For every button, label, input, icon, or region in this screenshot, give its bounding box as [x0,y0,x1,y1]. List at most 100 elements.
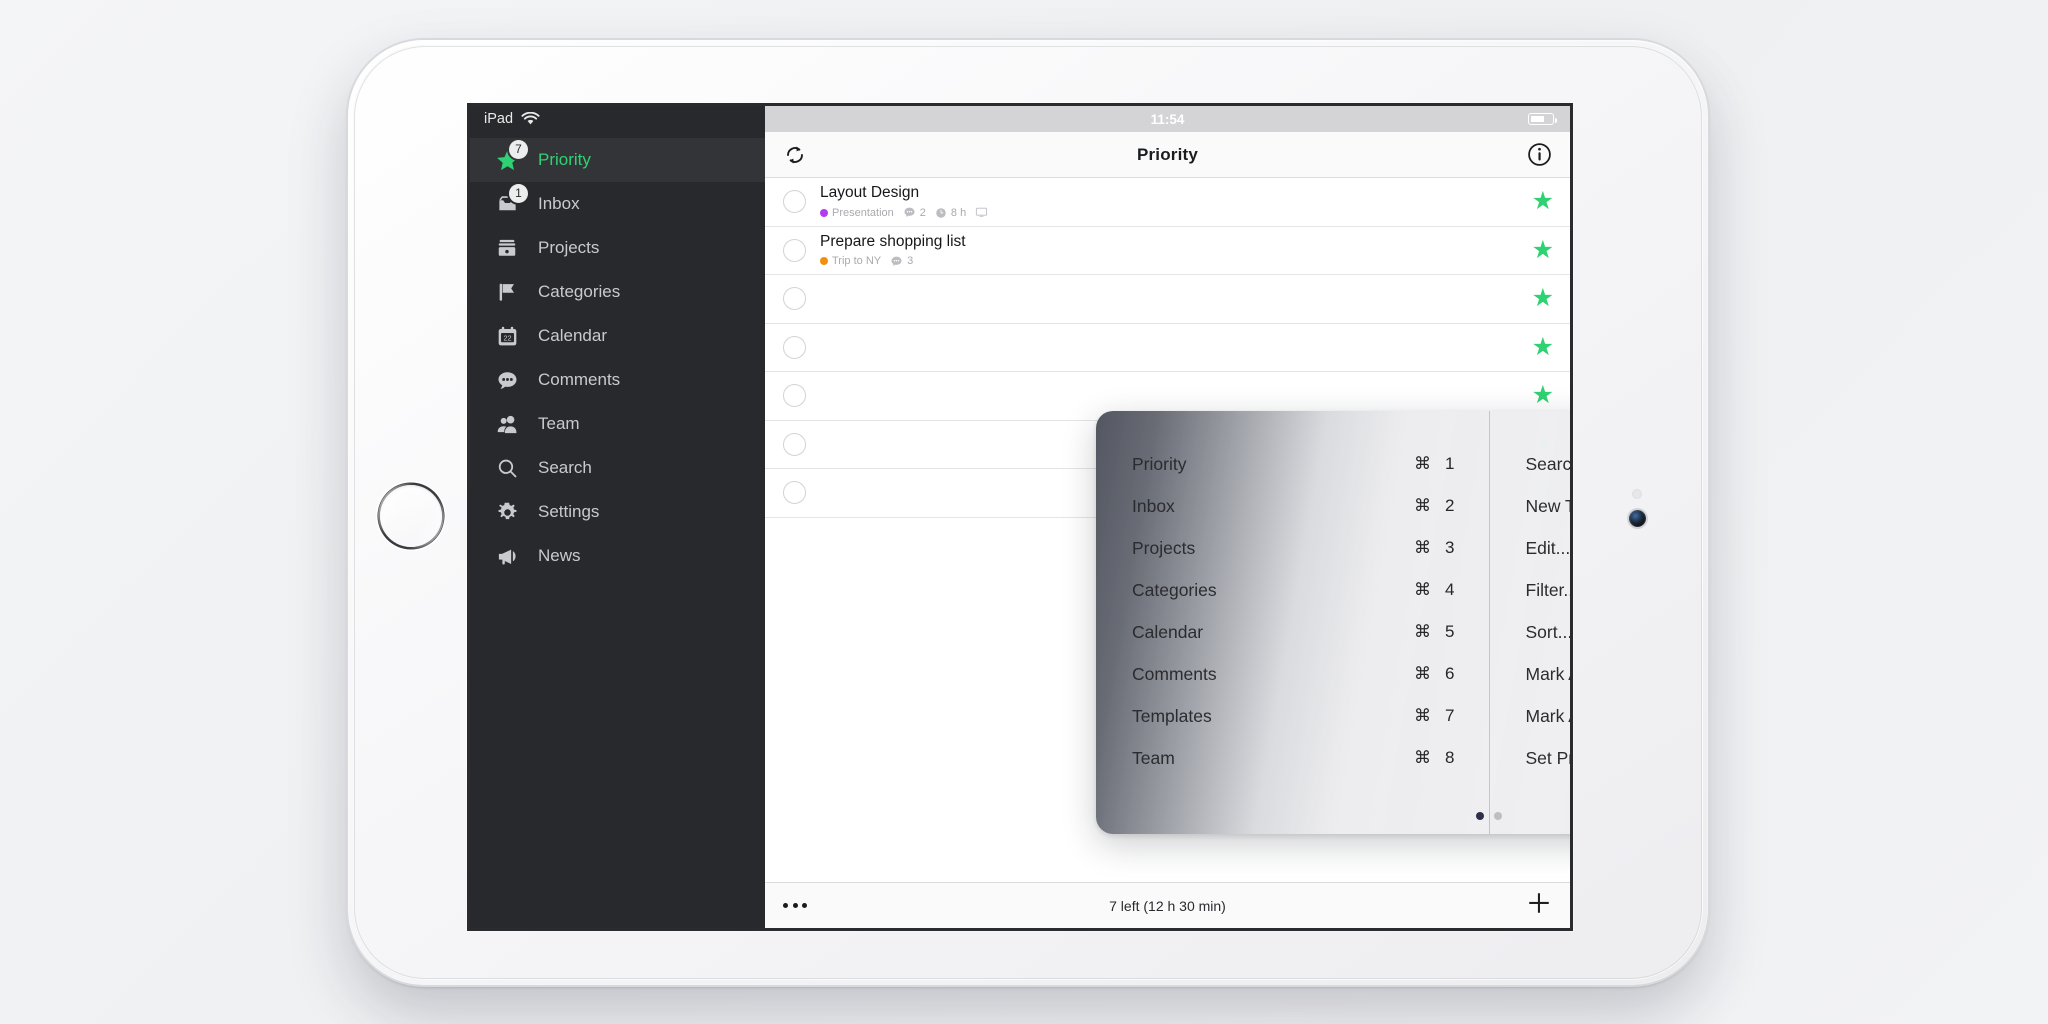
status-device-label: iPad [484,111,514,127]
sidebar-item-label: Calendar [538,326,607,345]
wifi-icon [521,111,540,126]
task-title: Layout Design [820,184,920,202]
priority-star-icon[interactable]: ★ [1532,286,1554,311]
shortcut-item[interactable]: Filter... ⌥ ⌘ F [1490,569,1571,611]
sidebar-item-settings[interactable]: Settings [470,490,765,534]
page-title: Priority [1136,144,1199,164]
sidebar-item-label: Settings [538,502,600,521]
clock-label: 11:54 [1150,111,1185,127]
shortcut-item[interactable]: Set Project... ⇧ ⌘ P [1490,737,1571,779]
home-button[interactable] [378,483,444,549]
task-checkbox[interactable] [783,190,806,214]
priority-star-icon[interactable]: ★ [1532,189,1554,214]
shortcut-item[interactable]: New Task... ⌘ N [1490,485,1571,527]
table-row[interactable]: ★ [765,324,1570,372]
command-key-icon: ⌘ [1414,538,1432,557]
shortcut-item[interactable]: Mark As Completed ⌘ D [1490,653,1571,695]
sidebar-item-label: Comments [538,370,621,389]
plus-icon[interactable] [1526,890,1552,921]
table-row[interactable]: Prepare shopping list Trip to NY 3 ★ [765,227,1570,275]
task-duration: 8 h [935,207,966,219]
task-checkbox[interactable] [783,335,806,359]
duration-label: 8 h [950,206,967,219]
clock-icon [936,207,946,218]
sidebar-item-label: News [538,546,581,565]
task-comment-count: 3 [890,255,913,268]
shortcut-label: Priority [1132,453,1187,474]
sync-icon[interactable] [783,143,807,167]
shortcuts-right-column: Search ⌘ F New Task... ⌘ N [1488,411,1571,834]
search-icon [492,453,522,483]
page-dot-active[interactable] [1476,812,1484,820]
command-key-icon: ⌘ [1414,748,1432,767]
priority-star-icon[interactable]: ★ [1532,383,1554,408]
gear-icon [492,497,522,527]
shortcut-item[interactable]: Edit... ⌘ E [1490,527,1571,569]
table-row[interactable]: Layout Design Presentation 2 8 h ★ [765,178,1570,227]
shortcut-keys: ⌘ 6 [1400,664,1454,684]
shortcut-item[interactable]: Team ⌘ 8 [1096,737,1489,779]
sidebar-item-projects[interactable]: Projects [470,226,765,270]
shortcut-keys: ⌘ 7 [1400,706,1454,726]
shortcut-label: Comments [1132,663,1217,684]
shortcut-label: Team [1132,747,1175,768]
status-bar-time-area: 11:54 [765,106,1570,132]
shortcut-item[interactable]: Templates ⌘ 7 [1096,695,1489,737]
task-screen-flag [975,206,988,219]
sidebar-nav-list: 7 Priority 1 Inbox Projects Categories 2… [470,132,765,578]
shortcut-item[interactable]: Sort... ⌥ ⌘ S [1490,611,1571,653]
team-icon [492,409,522,439]
shortcut-item[interactable]: Calendar ⌘ 5 [1096,611,1489,653]
shortcut-key: 8 [1445,748,1455,767]
sidebar-item-news[interactable]: News [470,534,765,578]
monitor-icon [976,207,988,217]
shortcut-key: 4 [1445,580,1455,599]
sidebar-item-search[interactable]: Search [470,446,765,490]
shortcut-item[interactable]: Projects ⌘ 3 [1096,527,1489,569]
sidebar-item-inbox[interactable]: 1 Inbox [470,182,765,226]
sidebar-item-calendar[interactable]: 22 Calendar [470,314,765,358]
priority-star-icon[interactable]: ★ [1532,237,1554,263]
shortcut-keys: ⌘ 8 [1400,748,1454,768]
overlay-page-indicator[interactable] [1096,812,1570,820]
sidebar-badge: 1 [509,184,528,203]
task-project: Trip to NY [820,255,881,267]
task-content: Prepare shopping list Trip to NY 3 [820,233,1532,268]
task-checkbox[interactable] [783,384,806,408]
shortcut-label: Inbox [1132,495,1175,516]
task-content: Layout Design Presentation 2 8 h [820,184,1532,219]
shortcut-key: 6 [1445,664,1455,683]
sidebar-item-priority[interactable]: 7 Priority [470,138,765,182]
priority-star-icon[interactable]: ★ [1532,334,1554,360]
sidebar-item-label: Search [538,458,592,477]
info-icon[interactable] [1527,142,1552,167]
shortcut-item[interactable]: Search ⌘ F [1490,443,1571,485]
task-checkbox[interactable] [783,287,806,311]
table-row[interactable]: ★ [765,275,1570,324]
task-checkbox[interactable] [783,432,806,456]
sidebar-item-categories[interactable]: Categories [470,270,765,314]
sidebar-item-comments[interactable]: Comments [470,358,765,402]
command-key-icon: ⌘ [1414,496,1432,515]
sidebar: iPad 7 Priority 1 Inbox Projects Categor… [470,106,765,928]
shortcut-item[interactable]: Categories ⌘ 4 [1096,569,1489,611]
sidebar-item-label: Priority [538,150,591,169]
shortcut-item[interactable]: Mark As Priority ⇧ ⌘ S [1490,695,1571,737]
keyboard-shortcuts-overlay[interactable]: Priority ⌘ 1 Inbox ⌘ 2 Projects ⌘ 3 Cate… [1096,411,1570,834]
shortcut-item[interactable]: Priority ⌘ 1 [1096,443,1489,485]
task-checkbox[interactable] [783,238,806,262]
page-dot[interactable] [1494,812,1502,820]
shortcut-item[interactable]: Inbox ⌘ 2 [1096,485,1489,527]
sidebar-item-team[interactable]: Team [470,402,765,446]
shortcut-label: Set Project... [1525,747,1571,768]
task-comment-count: 2 [903,206,926,219]
project-label: Presentation [832,206,894,219]
comment-icon [891,256,902,266]
sidebar-item-label: Categories [538,282,621,301]
task-checkbox[interactable] [783,481,806,505]
megaphone-icon [492,541,522,571]
shortcut-label: Projects [1132,537,1196,558]
more-dots-icon[interactable] [783,903,807,908]
sidebar-item-label: Inbox [538,194,580,213]
shortcut-item[interactable]: Comments ⌘ 6 [1096,653,1489,695]
